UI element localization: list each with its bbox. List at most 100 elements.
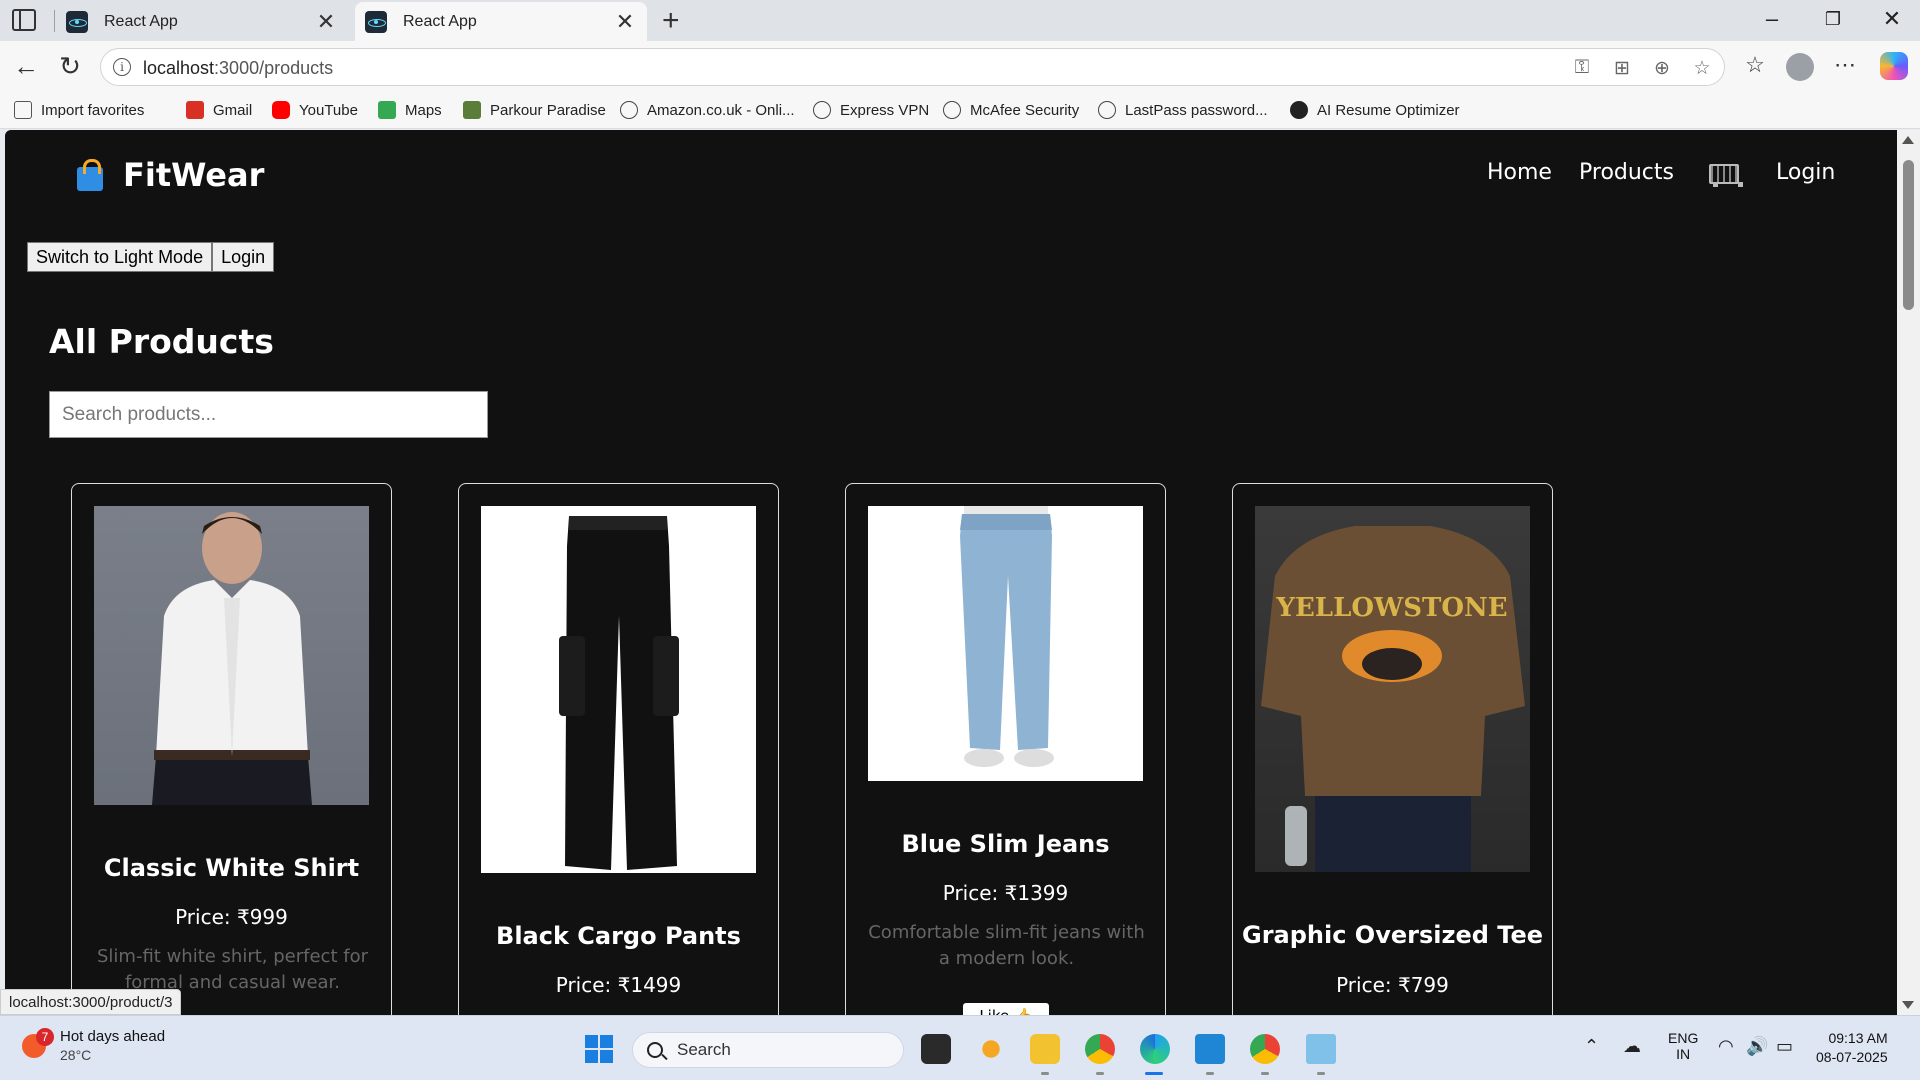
bookmark-label: Parkour Paradise <box>490 101 606 119</box>
region-code: IN <box>1676 1046 1691 1062</box>
page-viewport: FitWear Home Products Login Switch to Li… <box>5 130 1897 1015</box>
language-code: ENG <box>1668 1030 1699 1046</box>
volume-icon[interactable]: 🔊 <box>1746 1036 1768 1057</box>
globe-icon <box>1098 101 1116 119</box>
new-tab-icon[interactable]: + <box>662 4 680 38</box>
more-menu-icon[interactable]: ⋯ <box>1830 52 1860 78</box>
favorites-icon[interactable]: ☆ <box>1740 52 1770 78</box>
close-window-icon[interactable]: ✕ <box>1872 6 1912 32</box>
nav-login[interactable]: Login <box>1776 160 1835 185</box>
search-icon <box>647 1042 663 1058</box>
app-running-indicator <box>1317 1072 1325 1075</box>
product-search-input[interactable] <box>49 391 488 438</box>
app-running-indicator <box>1041 1072 1049 1075</box>
tab-react-app-2[interactable]: React App ✕ <box>355 2 647 41</box>
bookmark-label: Import favorites <box>41 101 145 119</box>
product-card[interactable]: Black Cargo Pants Price: ₹1499 <box>458 483 779 1015</box>
product-price: Price: ₹1499 <box>555 973 682 997</box>
weather-widget[interactable]: 7 Hot days ahead 28°C <box>22 1028 165 1063</box>
reload-icon[interactable]: ↻ <box>54 51 86 82</box>
bookmark-mcafee[interactable]: McAfee Security <box>943 101 1079 119</box>
bookmark-label: AI Resume Optimizer <box>1317 101 1460 119</box>
taskbar-search[interactable]: Search <box>632 1032 904 1068</box>
scroll-up-icon[interactable] <box>1902 136 1914 144</box>
top-buttons: Switch to Light Mode Login <box>27 242 275 272</box>
page-scrollbar[interactable] <box>1897 130 1920 1015</box>
close-tab-icon[interactable]: ✕ <box>613 9 637 35</box>
weather-temp: 28°C <box>60 1047 92 1063</box>
product-image[interactable] <box>868 506 1143 781</box>
battery-icon[interactable]: ▭ <box>1776 1036 1793 1057</box>
import-icon <box>14 101 32 119</box>
zoom-icon[interactable]: ⊕ <box>1649 57 1675 80</box>
scrollbar-thumb[interactable] <box>1903 160 1914 310</box>
tab-actions-icon[interactable] <box>12 9 36 31</box>
brand-logo[interactable]: FitWear <box>75 156 264 194</box>
address-url[interactable]: localhost:3000/products <box>143 58 333 79</box>
wifi-icon[interactable]: ◠ <box>1718 1036 1734 1057</box>
restore-icon[interactable]: ❐ <box>1813 9 1853 30</box>
weather-app-icon[interactable] <box>976 1034 1006 1064</box>
bookmark-ai-resume-optimizer[interactable]: AI Resume Optimizer <box>1290 101 1460 119</box>
system-clock[interactable]: 09:13 AM 08-07-2025 <box>1816 1029 1888 1067</box>
youtube-icon <box>272 101 290 119</box>
bookmark-label: Express VPN <box>840 101 930 119</box>
chrome-profile-e-icon[interactable] <box>1085 1034 1115 1064</box>
file-explorer-icon[interactable] <box>1030 1034 1060 1064</box>
product-name: Blue Slim Jeans <box>901 830 1110 858</box>
bookmark-express-vpn[interactable]: Express VPN <box>813 101 929 119</box>
chrome-profile-a-icon[interactable] <box>1250 1034 1280 1064</box>
product-price: Price: ₹999 <box>175 905 288 929</box>
copilot-icon[interactable] <box>1880 52 1908 80</box>
product-card[interactable]: YELLOWSTONE Graphic Oversized Tee Price:… <box>1232 483 1553 1015</box>
product-image[interactable] <box>94 506 369 805</box>
product-image[interactable]: YELLOWSTONE <box>1255 506 1530 872</box>
apps-icon[interactable]: ⊞ <box>1609 57 1635 80</box>
bookmark-label: YouTube <box>299 101 358 119</box>
product-card[interactable]: Blue Slim Jeans Price: ₹1399 Comfortable… <box>845 483 1166 1015</box>
product-card[interactable]: Classic White Shirt Price: ₹999 Slim-fit… <box>71 483 392 1015</box>
maps-icon <box>378 101 396 119</box>
star-icon[interactable]: ☆ <box>1689 57 1715 80</box>
cart-icon[interactable] <box>1705 160 1743 188</box>
like-button[interactable]: Like 👍 <box>963 1003 1049 1015</box>
bookmark-youtube[interactable]: YouTube <box>272 101 358 119</box>
minimize-icon[interactable]: – <box>1752 6 1792 32</box>
chevron-up-icon[interactable]: ⌃ <box>1584 1036 1599 1057</box>
bookmark-import-favorites[interactable]: Import favorites <box>14 101 144 119</box>
site-info-icon[interactable]: i <box>113 58 131 76</box>
bookmark-maps[interactable]: Maps <box>378 101 442 119</box>
weather-icon: 7 <box>22 1028 54 1058</box>
weather-badge: 7 <box>36 1028 54 1046</box>
tab-divider <box>54 10 55 32</box>
gmail-icon <box>186 101 204 119</box>
bookmark-gmail[interactable]: Gmail <box>186 101 252 119</box>
scroll-down-icon[interactable] <box>1902 1001 1914 1009</box>
edge-icon[interactable] <box>1140 1034 1170 1064</box>
react-favicon-icon <box>66 10 88 33</box>
resume-optimizer-icon <box>1290 101 1308 119</box>
bookmark-parkour-paradise[interactable]: Parkour Paradise <box>463 101 606 119</box>
address-bar[interactable]: i localhost:3000/products ⚿ ⊞ ⊕ ☆ <box>100 48 1725 86</box>
tab-title: React App <box>403 12 477 30</box>
login-button[interactable]: Login <box>212 242 275 272</box>
task-view-icon[interactable] <box>921 1034 951 1064</box>
cloud-sync-icon[interactable]: ☁ <box>1623 1036 1641 1057</box>
product-name: Graphic Oversized Tee <box>1242 921 1543 949</box>
profile-avatar[interactable] <box>1786 53 1814 81</box>
nav-home[interactable]: Home <box>1487 160 1552 185</box>
close-tab-icon[interactable]: ✕ <box>314 9 338 35</box>
weather-title: Hot days ahead <box>60 1028 166 1045</box>
back-icon[interactable]: ← <box>10 51 42 82</box>
key-icon[interactable]: ⚿ <box>1569 57 1595 79</box>
bookmark-lastpass[interactable]: LastPass password... <box>1098 101 1268 119</box>
bookmark-amazon[interactable]: Amazon.co.uk - Onli... <box>620 101 795 119</box>
tab-react-app-1[interactable]: React App ✕ <box>56 2 348 41</box>
windows-start-icon[interactable] <box>585 1035 613 1063</box>
product-image[interactable] <box>481 506 756 873</box>
remote-desktop-icon[interactable] <box>1306 1034 1336 1064</box>
vscode-icon[interactable] <box>1195 1034 1225 1064</box>
nav-products[interactable]: Products <box>1579 160 1674 185</box>
language-indicator[interactable]: ENG IN <box>1668 1030 1698 1062</box>
theme-toggle-button[interactable]: Switch to Light Mode <box>27 242 213 272</box>
